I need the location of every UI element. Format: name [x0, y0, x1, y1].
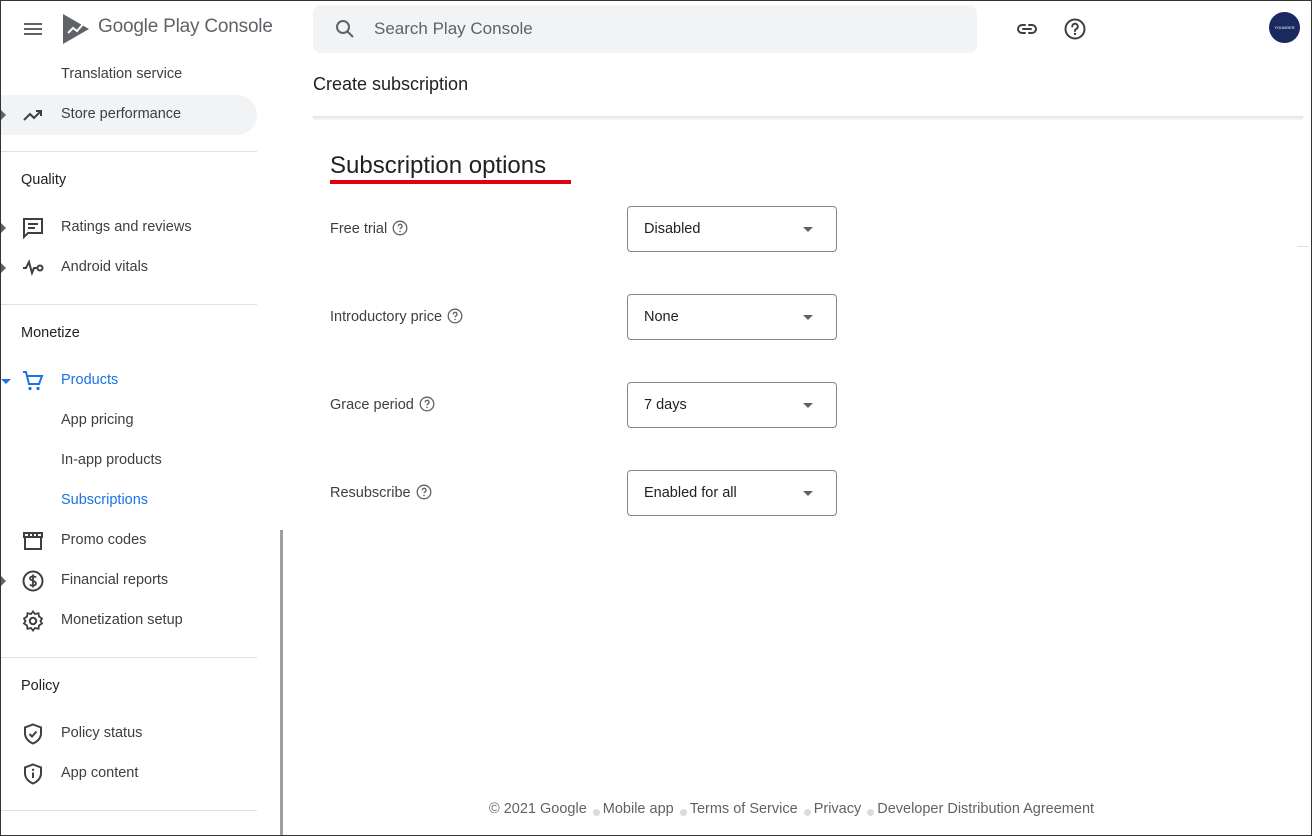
dropdown-arrow-icon	[803, 315, 813, 320]
sidebar-item-in-app-products[interactable]: In-app products	[1, 441, 257, 481]
sidebar-item-label: Ratings and reviews	[61, 219, 192, 235]
divider	[1, 304, 257, 305]
heading-underline	[330, 180, 571, 184]
help-icon[interactable]	[447, 308, 463, 324]
option-label: Free trial	[330, 221, 388, 237]
help-icon[interactable]	[392, 220, 408, 236]
sidebar-item-translation-service[interactable]: Translation service	[1, 55, 257, 95]
expand-caret-icon	[1, 263, 6, 273]
sidebar-item-financial-reports[interactable]: Financial reports	[1, 561, 257, 601]
title-divider	[313, 116, 1303, 118]
footer-link-mobile-app[interactable]: Mobile app	[603, 801, 674, 817]
option-label: Introductory price	[330, 309, 443, 325]
divider	[1, 810, 257, 811]
reviews-icon	[23, 218, 43, 240]
shield-check-icon	[24, 723, 42, 745]
dropdown-arrow-icon	[803, 491, 813, 496]
sidebar-item-label: In-app products	[61, 452, 162, 468]
footer-link-privacy[interactable]: Privacy	[814, 801, 862, 817]
search-bar[interactable]	[313, 5, 977, 53]
introductory-price-select[interactable]: None	[627, 294, 837, 340]
vitals-icon	[23, 259, 44, 277]
dropdown-arrow-icon	[803, 403, 813, 408]
sidebar-item-monetization-setup[interactable]: Monetization setup	[1, 601, 257, 641]
sidebar-item-store-performance[interactable]: Store performance	[1, 95, 257, 135]
separator-dot	[867, 809, 875, 816]
introductory-price-label: Introductory price	[330, 308, 463, 325]
sidebar-item-label: Translation service	[61, 66, 183, 82]
expand-caret-icon	[1, 110, 6, 120]
select-value: Disabled	[644, 221, 701, 237]
sidebar-item-label: Subscriptions	[61, 492, 149, 508]
expand-caret-icon	[1, 576, 6, 586]
copyright: © 2021 Google	[489, 801, 587, 817]
grace-period-select[interactable]: 7 days	[627, 382, 837, 428]
play-console-logo-icon	[63, 14, 89, 44]
separator-dot	[803, 809, 811, 816]
link-icon[interactable]	[1015, 17, 1039, 41]
sidebar-item-label: App pricing	[61, 412, 134, 428]
section-heading: Subscription options	[330, 152, 547, 179]
search-input[interactable]	[374, 5, 954, 53]
menu-icon[interactable]	[21, 17, 45, 41]
collapse-caret-icon	[1, 379, 11, 384]
sidebar-item-label: Android vitals	[61, 259, 149, 275]
divider	[1, 151, 257, 152]
shield-info-icon	[24, 763, 42, 785]
gear-icon	[22, 610, 44, 632]
trending-up-icon	[23, 110, 42, 121]
search-icon	[336, 20, 354, 38]
option-label: Resubscribe	[330, 485, 411, 501]
sidebar-item-label: Financial reports	[61, 572, 169, 588]
divider	[1, 657, 257, 658]
separator-dot	[679, 809, 687, 816]
sidebar-item-label: Monetization setup	[61, 612, 183, 628]
help-icon[interactable]	[416, 484, 432, 500]
select-value: None	[644, 309, 679, 325]
sidebar-item-label: Store performance	[61, 106, 182, 122]
sidebar-item-label: Products	[61, 372, 119, 388]
sidebar-item-policy-status[interactable]: Policy status	[1, 714, 257, 754]
section-title-quality: Quality	[21, 172, 67, 188]
separator-dot	[592, 809, 600, 816]
dollar-icon	[22, 570, 44, 592]
resubscribe-label: Resubscribe	[330, 484, 432, 501]
sidebar-item-app-pricing[interactable]: App pricing	[1, 401, 257, 441]
avatar[interactable]: YOUNGER	[1269, 12, 1300, 43]
sidebar-item-app-content[interactable]: App content	[1, 754, 257, 794]
footer: © 2021 Google Mobile app Terms of Service P…	[489, 801, 1094, 817]
sidebar: Translation service Store performance Qu…	[1, 59, 257, 835]
grace-period-label: Grace period	[330, 396, 435, 413]
page-title: Create subscription	[313, 74, 469, 94]
sidebar-item-promo-codes[interactable]: Promo codes	[1, 521, 257, 561]
dropdown-arrow-icon	[803, 227, 813, 232]
app-window: Google Play Console YOUNGER Translation …	[0, 0, 1312, 836]
footer-link-developer-distribution-agreement[interactable]: Developer Distribution Agreement	[877, 801, 1094, 817]
top-bar: Google Play Console YOUNGER	[1, 1, 1311, 59]
divider	[1297, 246, 1309, 247]
footer-link-terms-of-service[interactable]: Terms of Service	[690, 801, 798, 817]
sidebar-scrollbar[interactable]	[280, 530, 283, 835]
sidebar-item-label: App content	[61, 765, 139, 781]
select-value: 7 days	[644, 397, 687, 413]
help-icon[interactable]	[419, 396, 435, 412]
sidebar-item-label: Policy status	[61, 725, 143, 741]
option-label: Grace period	[330, 397, 414, 413]
help-icon[interactable]	[1063, 17, 1087, 41]
sidebar-item-ratings-and-reviews[interactable]: Ratings and reviews	[1, 208, 257, 248]
sidebar-item-android-vitals[interactable]: Android vitals	[1, 248, 257, 288]
cart-icon	[23, 371, 44, 391]
section-title-monetize: Monetize	[21, 325, 80, 341]
store-icon	[23, 532, 43, 550]
sidebar-item-label: Promo codes	[61, 532, 147, 548]
sidebar-item-products[interactable]: Products	[1, 361, 257, 401]
free-trial-select[interactable]: Disabled	[627, 206, 837, 252]
resubscribe-select[interactable]: Enabled for all	[627, 470, 837, 516]
select-value: Enabled for all	[644, 485, 737, 501]
free-trial-label: Free trial	[330, 220, 408, 237]
sidebar-item-subscriptions[interactable]: Subscriptions	[1, 481, 257, 521]
logo-text: Google Play Console	[98, 16, 273, 37]
section-title-policy: Policy	[21, 678, 60, 694]
expand-caret-icon	[1, 223, 6, 233]
